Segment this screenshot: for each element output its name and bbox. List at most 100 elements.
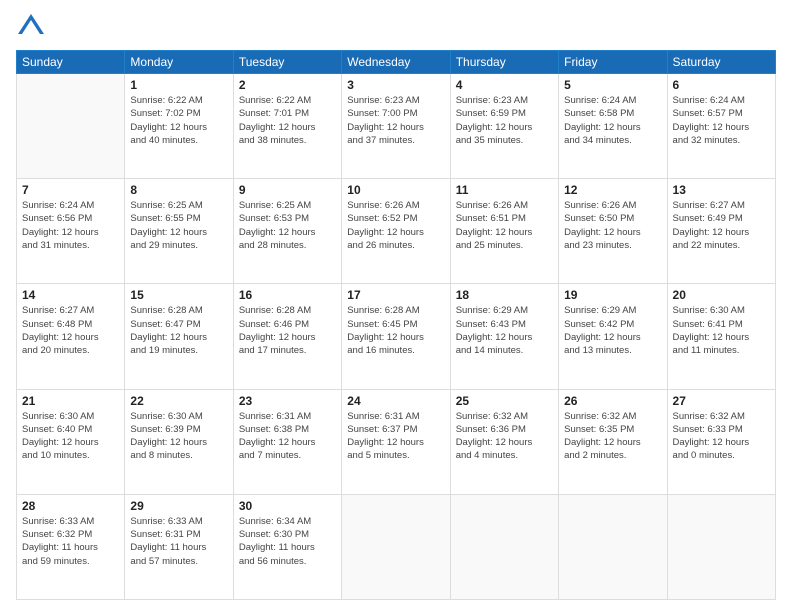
calendar-table: SundayMondayTuesdayWednesdayThursdayFrid… [16, 50, 776, 600]
day-number: 9 [239, 183, 336, 197]
calendar-cell: 12 Sunrise: 6:26 AMSunset: 6:50 PMDayligh… [559, 179, 667, 284]
calendar-cell: 4 Sunrise: 6:23 AMSunset: 6:59 PMDaylight… [450, 74, 558, 179]
logo [16, 12, 50, 42]
day-number: 5 [564, 78, 661, 92]
weekday-header-row: SundayMondayTuesdayWednesdayThursdayFrid… [17, 51, 776, 74]
day-number: 27 [673, 394, 770, 408]
day-info: Sunrise: 6:25 AMSunset: 6:53 PMDaylight:… [239, 199, 336, 252]
calendar-cell: 6 Sunrise: 6:24 AMSunset: 6:57 PMDaylight… [667, 74, 775, 179]
day-number: 23 [239, 394, 336, 408]
day-info: Sunrise: 6:27 AMSunset: 6:49 PMDaylight:… [673, 199, 770, 252]
day-info: Sunrise: 6:32 AMSunset: 6:35 PMDaylight:… [564, 410, 661, 463]
calendar-cell [342, 494, 450, 599]
day-info: Sunrise: 6:33 AMSunset: 6:32 PMDaylight:… [22, 515, 119, 568]
header [16, 12, 776, 42]
day-number: 15 [130, 288, 227, 302]
day-number: 17 [347, 288, 444, 302]
day-info: Sunrise: 6:29 AMSunset: 6:43 PMDaylight:… [456, 304, 553, 357]
day-info: Sunrise: 6:23 AMSunset: 6:59 PMDaylight:… [456, 94, 553, 147]
day-number: 4 [456, 78, 553, 92]
day-info: Sunrise: 6:30 AMSunset: 6:39 PMDaylight:… [130, 410, 227, 463]
calendar-cell: 13 Sunrise: 6:27 AMSunset: 6:49 PMDayligh… [667, 179, 775, 284]
calendar-week-3: 14 Sunrise: 6:27 AMSunset: 6:48 PMDayligh… [17, 284, 776, 389]
calendar-cell: 30 Sunrise: 6:34 AMSunset: 6:30 PMDayligh… [233, 494, 341, 599]
calendar-cell: 3 Sunrise: 6:23 AMSunset: 7:00 PMDaylight… [342, 74, 450, 179]
calendar-cell [450, 494, 558, 599]
calendar-cell: 2 Sunrise: 6:22 AMSunset: 7:01 PMDaylight… [233, 74, 341, 179]
day-number: 1 [130, 78, 227, 92]
day-number: 3 [347, 78, 444, 92]
day-info: Sunrise: 6:27 AMSunset: 6:48 PMDaylight:… [22, 304, 119, 357]
day-info: Sunrise: 6:29 AMSunset: 6:42 PMDaylight:… [564, 304, 661, 357]
calendar-cell: 24 Sunrise: 6:31 AMSunset: 6:37 PMDayligh… [342, 389, 450, 494]
weekday-sunday: Sunday [17, 51, 125, 74]
calendar-cell: 16Sunrise: 6:28 AMSunset: 6:46 PMDayligh… [233, 284, 341, 389]
day-info: Sunrise: 6:26 AMSunset: 6:52 PMDaylight:… [347, 199, 444, 252]
weekday-monday: Monday [125, 51, 233, 74]
calendar-cell: 8Sunrise: 6:25 AMSunset: 6:55 PMDaylight… [125, 179, 233, 284]
calendar-cell: 22 Sunrise: 6:30 AMSunset: 6:39 PMDayligh… [125, 389, 233, 494]
day-number: 14 [22, 288, 119, 302]
weekday-thursday: Thursday [450, 51, 558, 74]
calendar-cell: 10Sunrise: 6:26 AMSunset: 6:52 PMDayligh… [342, 179, 450, 284]
day-info: Sunrise: 6:33 AMSunset: 6:31 PMDaylight:… [130, 515, 227, 568]
day-number: 13 [673, 183, 770, 197]
day-info: Sunrise: 6:26 AMSunset: 6:50 PMDaylight:… [564, 199, 661, 252]
calendar-cell: 19 Sunrise: 6:29 AMSunset: 6:42 PMDayligh… [559, 284, 667, 389]
day-number: 19 [564, 288, 661, 302]
calendar-cell: 1 Sunrise: 6:22 AMSunset: 7:02 PMDaylight… [125, 74, 233, 179]
day-info: Sunrise: 6:24 AMSunset: 6:56 PMDaylight:… [22, 199, 119, 252]
day-number: 28 [22, 499, 119, 513]
day-number: 24 [347, 394, 444, 408]
calendar-cell: 17Sunrise: 6:28 AMSunset: 6:45 PMDayligh… [342, 284, 450, 389]
calendar-cell: 29 Sunrise: 6:33 AMSunset: 6:31 PMDayligh… [125, 494, 233, 599]
day-number: 2 [239, 78, 336, 92]
calendar-cell: 28 Sunrise: 6:33 AMSunset: 6:32 PMDayligh… [17, 494, 125, 599]
calendar-cell: 20 Sunrise: 6:30 AMSunset: 6:41 PMDayligh… [667, 284, 775, 389]
weekday-wednesday: Wednesday [342, 51, 450, 74]
day-info: Sunrise: 6:30 AMSunset: 6:40 PMDaylight:… [22, 410, 119, 463]
day-number: 30 [239, 499, 336, 513]
day-number: 11 [456, 183, 553, 197]
weekday-tuesday: Tuesday [233, 51, 341, 74]
day-number: 18 [456, 288, 553, 302]
day-number: 26 [564, 394, 661, 408]
day-number: 12 [564, 183, 661, 197]
calendar-week-2: 7 Sunrise: 6:24 AMSunset: 6:56 PMDaylight… [17, 179, 776, 284]
calendar-cell: 21 Sunrise: 6:30 AMSunset: 6:40 PMDayligh… [17, 389, 125, 494]
day-info: Sunrise: 6:22 AMSunset: 7:02 PMDaylight:… [130, 94, 227, 147]
calendar-cell: 5 Sunrise: 6:24 AMSunset: 6:58 PMDaylight… [559, 74, 667, 179]
day-number: 25 [456, 394, 553, 408]
calendar-cell: 23 Sunrise: 6:31 AMSunset: 6:38 PMDayligh… [233, 389, 341, 494]
day-info: Sunrise: 6:24 AMSunset: 6:58 PMDaylight:… [564, 94, 661, 147]
weekday-friday: Friday [559, 51, 667, 74]
day-info: Sunrise: 6:22 AMSunset: 7:01 PMDaylight:… [239, 94, 336, 147]
day-number: 20 [673, 288, 770, 302]
day-number: 6 [673, 78, 770, 92]
day-info: Sunrise: 6:24 AMSunset: 6:57 PMDaylight:… [673, 94, 770, 147]
calendar-cell: 15 Sunrise: 6:28 AMSunset: 6:47 PMDayligh… [125, 284, 233, 389]
calendar-cell: 27Sunrise: 6:32 AMSunset: 6:33 PMDayligh… [667, 389, 775, 494]
day-info: Sunrise: 6:28 AMSunset: 6:47 PMDaylight:… [130, 304, 227, 357]
calendar-week-1: 1 Sunrise: 6:22 AMSunset: 7:02 PMDaylight… [17, 74, 776, 179]
logo-icon [16, 12, 46, 42]
page: SundayMondayTuesdayWednesdayThursdayFrid… [0, 0, 792, 612]
day-number: 16 [239, 288, 336, 302]
calendar-cell: 11 Sunrise: 6:26 AMSunset: 6:51 PMDayligh… [450, 179, 558, 284]
day-info: Sunrise: 6:31 AMSunset: 6:37 PMDaylight:… [347, 410, 444, 463]
weekday-saturday: Saturday [667, 51, 775, 74]
day-number: 7 [22, 183, 119, 197]
day-info: Sunrise: 6:32 AMSunset: 6:36 PMDaylight:… [456, 410, 553, 463]
day-number: 21 [22, 394, 119, 408]
day-number: 29 [130, 499, 227, 513]
day-info: Sunrise: 6:23 AMSunset: 7:00 PMDaylight:… [347, 94, 444, 147]
day-info: Sunrise: 6:30 AMSunset: 6:41 PMDaylight:… [673, 304, 770, 357]
calendar-week-4: 21 Sunrise: 6:30 AMSunset: 6:40 PMDayligh… [17, 389, 776, 494]
day-info: Sunrise: 6:31 AMSunset: 6:38 PMDaylight:… [239, 410, 336, 463]
calendar-cell [559, 494, 667, 599]
calendar-cell [667, 494, 775, 599]
day-info: Sunrise: 6:34 AMSunset: 6:30 PMDaylight:… [239, 515, 336, 568]
calendar-cell: 18 Sunrise: 6:29 AMSunset: 6:43 PMDayligh… [450, 284, 558, 389]
day-info: Sunrise: 6:26 AMSunset: 6:51 PMDaylight:… [456, 199, 553, 252]
day-number: 22 [130, 394, 227, 408]
